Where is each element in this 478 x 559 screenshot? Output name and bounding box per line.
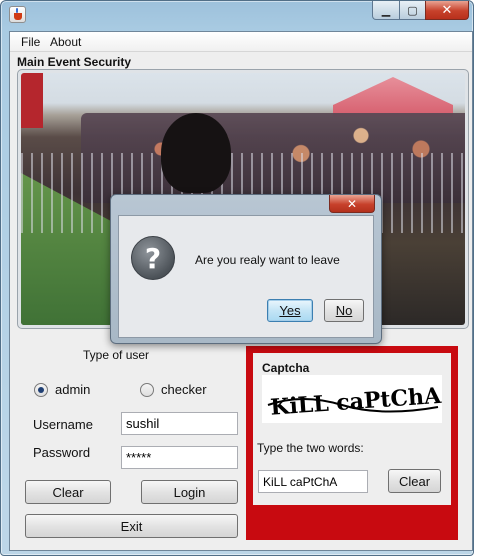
radio-admin[interactable]: admin: [34, 382, 90, 397]
tent-right: [333, 77, 453, 117]
dialog-body: ? Are you realy want to leave Yes No: [118, 215, 374, 338]
minimize-button[interactable]: ▁: [372, 1, 400, 20]
captcha-prompt: Type the two words:: [257, 441, 364, 455]
captcha-input[interactable]: [258, 470, 368, 493]
section-title: Main Event Security: [17, 55, 132, 69]
radio-admin-label: admin: [55, 382, 91, 397]
main-window: ▁ ▢ ✕ File About Main Event Security Typ: [0, 0, 474, 556]
close-window-button[interactable]: ✕: [425, 1, 469, 20]
captcha-image-text: KiLL caPtChA: [270, 383, 442, 421]
dialog-message: Are you realy want to leave: [195, 253, 340, 267]
captcha-title: Captcha: [262, 361, 310, 375]
close-icon: ✕: [346, 196, 358, 211]
maximize-button[interactable]: ▢: [399, 1, 426, 20]
radio-admin-indicator[interactable]: [34, 382, 48, 397]
login-button[interactable]: Login: [141, 480, 238, 504]
yes-button[interactable]: Yes: [267, 299, 313, 322]
captcha-image-svg: KiLL caPtChA: [267, 383, 443, 421]
radio-checker-indicator[interactable]: [140, 382, 154, 397]
maximize-icon: ▢: [407, 3, 418, 17]
captcha-inner: Captcha KiLL caPtChA Type the two words:…: [253, 353, 451, 505]
question-icon: ?: [131, 236, 175, 280]
menu-about[interactable]: About: [50, 35, 81, 49]
minimize-icon: ▁: [381, 3, 391, 17]
password-label: Password: [33, 445, 91, 460]
title-bar[interactable]: ▁ ▢ ✕: [1, 1, 473, 29]
password-field[interactable]: [121, 446, 238, 469]
tent-left: [21, 73, 43, 128]
captcha-panel: Captcha KiLL caPtChA Type the two words:…: [246, 346, 458, 540]
captcha-image: KiLL caPtChA: [262, 375, 443, 423]
captcha-clear-button[interactable]: Clear: [388, 469, 441, 493]
exit-button[interactable]: Exit: [25, 514, 238, 538]
java-cup-icon: [9, 6, 26, 23]
radio-checker[interactable]: checker: [140, 382, 207, 397]
no-button[interactable]: No: [324, 299, 364, 322]
leave-confirm-dialog: ✕ ? Are you realy want to leave Yes No: [110, 194, 382, 344]
username-field[interactable]: [121, 412, 238, 435]
user-type-label: Type of user: [83, 348, 150, 362]
dialog-close-button[interactable]: ✕: [329, 195, 375, 213]
clear-login-button[interactable]: Clear: [25, 480, 111, 504]
content-pane: File About Main Event Security Type of u…: [9, 31, 473, 551]
close-icon: ✕: [441, 2, 453, 18]
menu-bar: File About: [10, 32, 472, 52]
foreground-head: [161, 113, 231, 193]
username-label: Username: [33, 417, 93, 432]
java-cup-body: [14, 13, 22, 20]
radio-checker-label: checker: [161, 382, 207, 397]
menu-file[interactable]: File: [21, 35, 40, 49]
